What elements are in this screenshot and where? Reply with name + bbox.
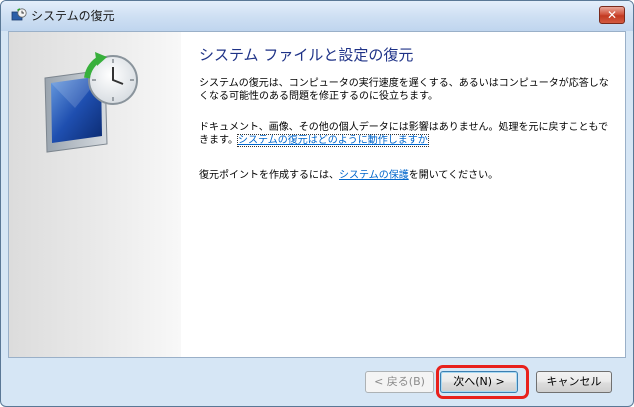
wizard-content: システム ファイルと設定の復元 システムの復元は、コンピュータの実行速度を遅くす… <box>8 31 626 358</box>
button-bar: < 戻る(B) 次へ(N) > キャンセル <box>8 358 626 399</box>
back-button[interactable]: < 戻る(B) <box>365 371 434 393</box>
description-text: システムの復元は、コンピュータの実行速度を遅くする、あるいはコンピュータが応答し… <box>199 78 609 102</box>
next-button[interactable]: 次へ(N) > <box>440 371 518 393</box>
system-protection-link[interactable]: システムの保護 <box>339 170 409 181</box>
title-bar[interactable]: システムの復元 ✕ <box>1 1 633 31</box>
personal-data-text: ドキュメント、画像、その他の個人データには影響はありません。処理を元に戻すことも… <box>199 121 611 147</box>
monitor-clock-icon <box>44 52 138 153</box>
cancel-button[interactable]: キャンセル <box>536 371 612 393</box>
restore-point-text: 復元ポイントを作成するには、システムの保護を開いてください。 <box>199 169 611 182</box>
page-heading: システム ファイルと設定の復元 <box>199 46 414 64</box>
window-title: システムの復元 <box>31 9 115 23</box>
system-restore-window: システムの復元 ✕ システム ファイルと設定の復元 システムの復元は、コンピュー… <box>0 0 634 407</box>
restore-point-prefix: 復元ポイントを作成するには、 <box>199 170 339 181</box>
restore-point-suffix: を開いてください。 <box>408 170 499 181</box>
system-restore-icon <box>11 8 27 21</box>
close-button[interactable]: ✕ <box>599 6 625 24</box>
side-panel <box>9 32 181 357</box>
how-restore-works-link[interactable]: システムの復元はどのように動作しますか <box>237 134 429 147</box>
